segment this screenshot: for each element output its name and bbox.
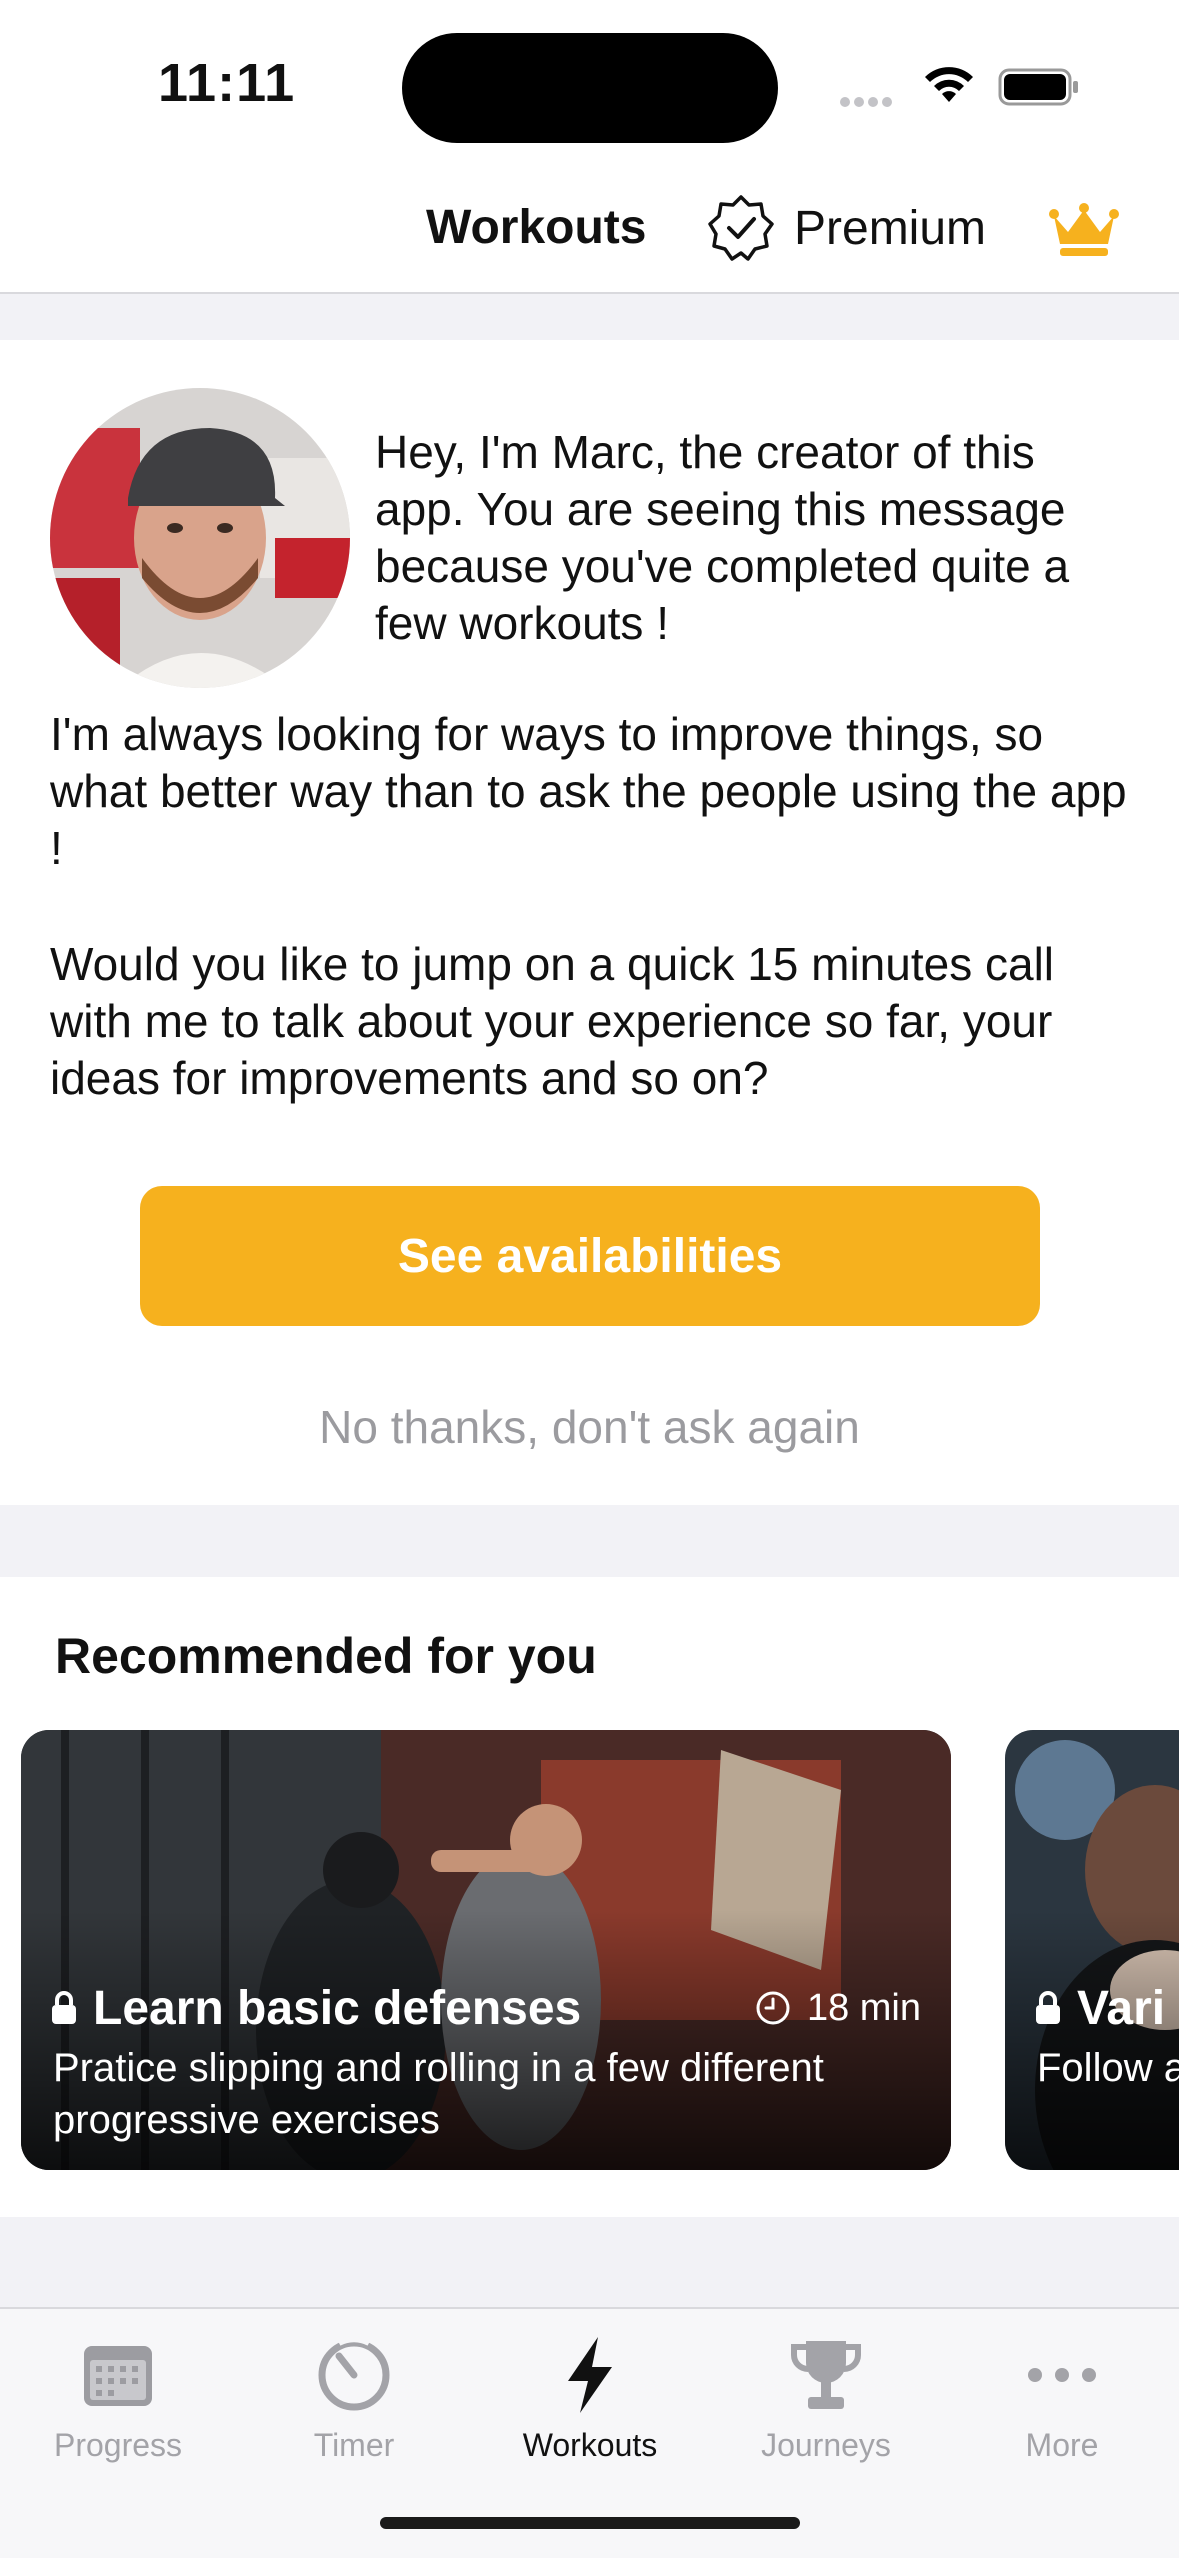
message-paragraph-1: I'm always looking for ways to improve t… — [50, 708, 1127, 874]
recommended-section: Recommended for you Learn basic defenses — [0, 1577, 1179, 2217]
verified-badge-icon — [708, 195, 774, 261]
premium-button[interactable]: Premium — [706, 193, 986, 263]
status-time: 11:11 — [158, 53, 296, 113]
home-indicator[interactable] — [380, 2517, 800, 2529]
tab-label: Journeys — [761, 2427, 891, 2463]
message-paragraph-2: Would you like to jump on a quick 15 min… — [50, 938, 1055, 1104]
top-bar: 11:11 Workouts Premium — [0, 0, 1179, 294]
tab-more[interactable]: More — [944, 2309, 1179, 2489]
tab-label: More — [1025, 2427, 1099, 2463]
status-icons — [840, 62, 1090, 112]
tab-label: Progress — [53, 2427, 183, 2463]
calendar-icon — [84, 2346, 152, 2406]
intro-text: Hey, I'm Marc, the creator of this app. … — [375, 426, 1070, 649]
tab-workouts[interactable]: Workouts — [472, 2309, 708, 2489]
lightning-icon — [568, 2337, 612, 2413]
creator-avatar — [50, 388, 350, 688]
duration-label: 18 min — [806, 1986, 921, 2029]
premium-label: Premium — [794, 201, 987, 255]
dynamic-island — [402, 33, 778, 143]
see-availabilities-button[interactable]: See availabilities — [140, 1186, 1040, 1326]
workout-title: Vari — [1077, 1981, 1166, 2035]
lock-icon — [1036, 1991, 1060, 2024]
tab-label: Timer — [313, 2427, 395, 2463]
workout-card-partial[interactable]: Vari Follow a — [1005, 1730, 1179, 2170]
workout-description: Follow a — [1037, 2046, 1179, 2090]
trophy-icon — [791, 2341, 861, 2409]
crown-icon[interactable] — [1048, 202, 1120, 258]
creator-message-card: Hey, I'm Marc, the creator of this app. … — [0, 340, 1179, 1505]
header-title: Workouts — [426, 201, 647, 254]
cellular-icon — [840, 94, 896, 112]
decline-link[interactable]: No thanks, don't ask again — [0, 1400, 1179, 1454]
clock-icon — [756, 1991, 790, 2025]
workout-title: Learn basic defenses — [93, 1981, 582, 2035]
workout-card-learn-basic-defenses[interactable]: Learn basic defenses 18 min Pratice slip… — [21, 1730, 951, 2170]
workout-duration: 18 min — [755, 1987, 921, 2030]
timer-icon — [318, 2338, 390, 2411]
tab-progress[interactable]: Progress — [0, 2309, 236, 2489]
wifi-icon — [925, 67, 973, 102]
tab-label: Workouts — [522, 2427, 658, 2463]
lock-icon — [52, 1991, 76, 2024]
workout-description: Pratice slipping and rolling in a few di… — [53, 2046, 824, 2142]
tab-timer[interactable]: Timer — [236, 2309, 472, 2489]
more-dots-icon — [1028, 2368, 1096, 2382]
section-title: Recommended for you — [55, 1628, 597, 1684]
battery-icon — [998, 68, 1078, 106]
tab-journeys[interactable]: Journeys — [708, 2309, 944, 2489]
